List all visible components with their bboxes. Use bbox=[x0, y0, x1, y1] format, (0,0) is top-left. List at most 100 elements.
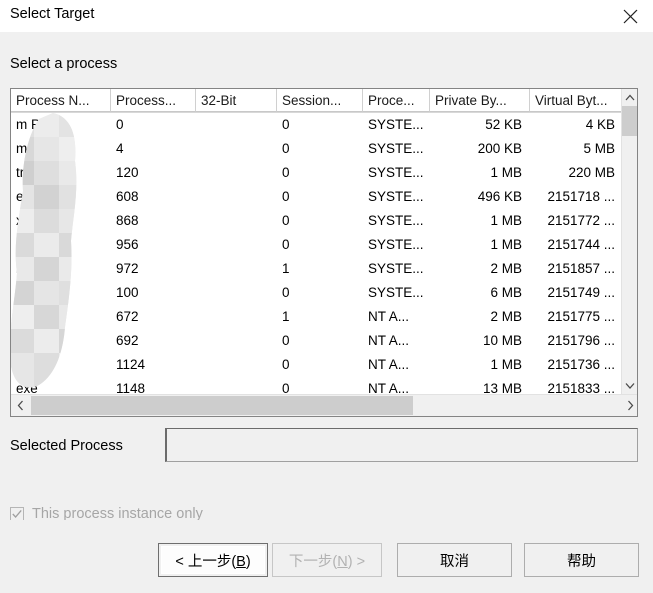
cell-user: SYSTE... bbox=[368, 165, 424, 180]
cell-name: m Pro... bbox=[16, 117, 64, 132]
next-button: 下一步(N) > bbox=[272, 543, 382, 577]
table-row[interactable]: .exe 956 0 SYSTE... 1 MB 2151744 ... bbox=[11, 233, 623, 257]
horizontal-scrollbar-thumb[interactable] bbox=[31, 396, 413, 415]
chevron-down-icon[interactable] bbox=[622, 377, 637, 394]
cell-virtual: 2151772 ... bbox=[547, 213, 615, 228]
column-header-4[interactable]: Proce... bbox=[363, 89, 430, 112]
cell-bit bbox=[201, 113, 276, 137]
cell-session: 0 bbox=[282, 237, 290, 252]
table-row[interactable]: e 692 0 NT A... 10 MB 2151796 ... bbox=[11, 329, 623, 353]
process-list-rows[interactable]: W ost...11720NT A...25 MB2151792 ...exe1… bbox=[11, 113, 623, 416]
table-row[interactable]: exe 608 0 SYSTE... 496 KB 2151718 ... bbox=[11, 185, 623, 209]
cell-virtual: 5 MB bbox=[583, 141, 615, 156]
vertical-scrollbar-thumb[interactable] bbox=[622, 106, 637, 136]
cell-session: 0 bbox=[282, 333, 290, 348]
chevron-right-icon[interactable] bbox=[621, 395, 637, 416]
cell-user: SYSTE... bbox=[368, 117, 424, 132]
table-row[interactable]: m Pro... 0 0 SYSTE... 52 KB 4 KB bbox=[11, 113, 623, 137]
cell-user: NT A... bbox=[368, 357, 410, 372]
cell-bit bbox=[201, 305, 276, 329]
column-header-5[interactable]: Private By... bbox=[430, 89, 530, 112]
column-header-3[interactable]: Session... bbox=[277, 89, 363, 112]
cell-private: 2 MB bbox=[490, 261, 522, 276]
cell-virtual: 2151718 ... bbox=[547, 189, 615, 204]
close-icon[interactable] bbox=[607, 0, 653, 32]
cancel-button-label: 取消 bbox=[440, 553, 469, 570]
cell-session: 0 bbox=[282, 165, 290, 180]
cell-pid: 868 bbox=[116, 213, 139, 228]
table-row[interactable]: m 4 0 SYSTE... 200 KB 5 MB bbox=[11, 137, 623, 161]
column-header-0[interactable]: Process N... bbox=[11, 89, 111, 112]
cell-private: 1 MB bbox=[490, 357, 522, 372]
table-row[interactable]: ke 972 1 SYSTE... 2 MB 2151857 ... bbox=[11, 257, 623, 281]
select-target-dialog: Select Target Select a process Process N… bbox=[0, 0, 653, 593]
horizontal-scrollbar[interactable] bbox=[11, 394, 637, 416]
cell-virtual: 2151744 ... bbox=[547, 237, 615, 252]
cell-session: 0 bbox=[282, 141, 290, 156]
window-title: Select Target bbox=[10, 6, 95, 22]
vertical-scrollbar[interactable] bbox=[621, 89, 637, 394]
cell-name: e bbox=[16, 333, 24, 348]
selected-process-input[interactable] bbox=[165, 428, 638, 462]
column-header-2[interactable]: 32-Bit bbox=[196, 89, 277, 112]
selected-process-label: Selected Process bbox=[10, 438, 123, 454]
cell-private: 1 MB bbox=[490, 213, 522, 228]
cell-user: NT A... bbox=[368, 309, 410, 324]
process-list[interactable]: Process N... Process... 32-Bit Session... Pr… bbox=[10, 88, 638, 417]
help-button[interactable]: 帮助 bbox=[524, 543, 639, 577]
back-button[interactable]: < 上一步(B) bbox=[158, 543, 268, 577]
table-row[interactable]: xe 868 0 SYSTE... 1 MB 2151772 ... bbox=[11, 209, 623, 233]
cell-bit bbox=[201, 257, 276, 281]
cell-pid: 692 bbox=[116, 333, 139, 348]
cell-pid: 100 bbox=[116, 285, 139, 300]
table-row[interactable]: try 120 0 SYSTE... 1 MB 220 MB bbox=[11, 161, 623, 185]
checkbox-checked-icon bbox=[10, 507, 24, 521]
cell-user: SYSTE... bbox=[368, 261, 424, 276]
table-row[interactable]: exe 1124 0 NT A... 1 MB 2151736 ... bbox=[11, 353, 623, 377]
cell-pid: 4 bbox=[116, 141, 124, 156]
next-button-label: 下一步(N) > bbox=[288, 553, 366, 570]
cell-user: SYSTE... bbox=[368, 141, 424, 156]
cell-name: s.exe bbox=[16, 285, 49, 300]
cell-private: 10 MB bbox=[482, 333, 522, 348]
cell-bit bbox=[201, 137, 276, 161]
cell-name: ke bbox=[16, 261, 31, 276]
cell-session: 1 bbox=[282, 261, 290, 276]
cell-virtual: 4 KB bbox=[585, 117, 615, 132]
cell-pid: 672 bbox=[116, 309, 139, 324]
cell-bit bbox=[201, 209, 276, 233]
cell-private: 2 MB bbox=[490, 309, 522, 324]
column-header-6[interactable]: Virtual Byt... bbox=[530, 89, 623, 112]
cell-session: 0 bbox=[282, 285, 290, 300]
cell-pid: 956 bbox=[116, 237, 139, 252]
cell-pid: 972 bbox=[116, 261, 139, 276]
cell-user: SYSTE... bbox=[368, 213, 424, 228]
back-button-label: < 上一步(B) bbox=[175, 553, 251, 570]
dialog-body: Select a process Process N... Process... 3… bbox=[0, 32, 653, 522]
chevron-left-icon[interactable] bbox=[11, 395, 29, 416]
cell-user: SYSTE... bbox=[368, 237, 424, 252]
cell-name: on.e... bbox=[16, 309, 54, 324]
cell-name: exe bbox=[16, 189, 38, 204]
title-bar: Select Target bbox=[0, 0, 653, 32]
chevron-up-icon[interactable] bbox=[622, 89, 637, 106]
cell-bit bbox=[201, 233, 276, 257]
cell-name: xe bbox=[16, 213, 31, 228]
cell-name: try bbox=[16, 165, 31, 180]
column-header-1[interactable]: Process... bbox=[111, 89, 196, 112]
table-row[interactable]: s.exe 100 0 SYSTE... 6 MB 2151749 ... bbox=[11, 281, 623, 305]
cell-session: 0 bbox=[282, 117, 290, 132]
cancel-button[interactable]: 取消 bbox=[397, 543, 512, 577]
cell-virtual: 2151749 ... bbox=[547, 285, 615, 300]
cell-name: m bbox=[16, 141, 28, 156]
cell-pid: 1124 bbox=[116, 357, 146, 372]
cell-private: 496 KB bbox=[477, 189, 522, 204]
cell-private: 1 MB bbox=[490, 165, 522, 180]
cell-user: SYSTE... bbox=[368, 285, 424, 300]
cell-name: .exe bbox=[16, 237, 42, 252]
cell-name: exe bbox=[16, 357, 38, 372]
cell-bit bbox=[201, 353, 276, 377]
table-row[interactable]: on.e... 672 1 NT A... 2 MB 2151775 ... bbox=[11, 305, 623, 329]
process-list-header: Process N... Process... 32-Bit Session... Pr… bbox=[11, 89, 637, 113]
cell-bit bbox=[201, 329, 276, 353]
